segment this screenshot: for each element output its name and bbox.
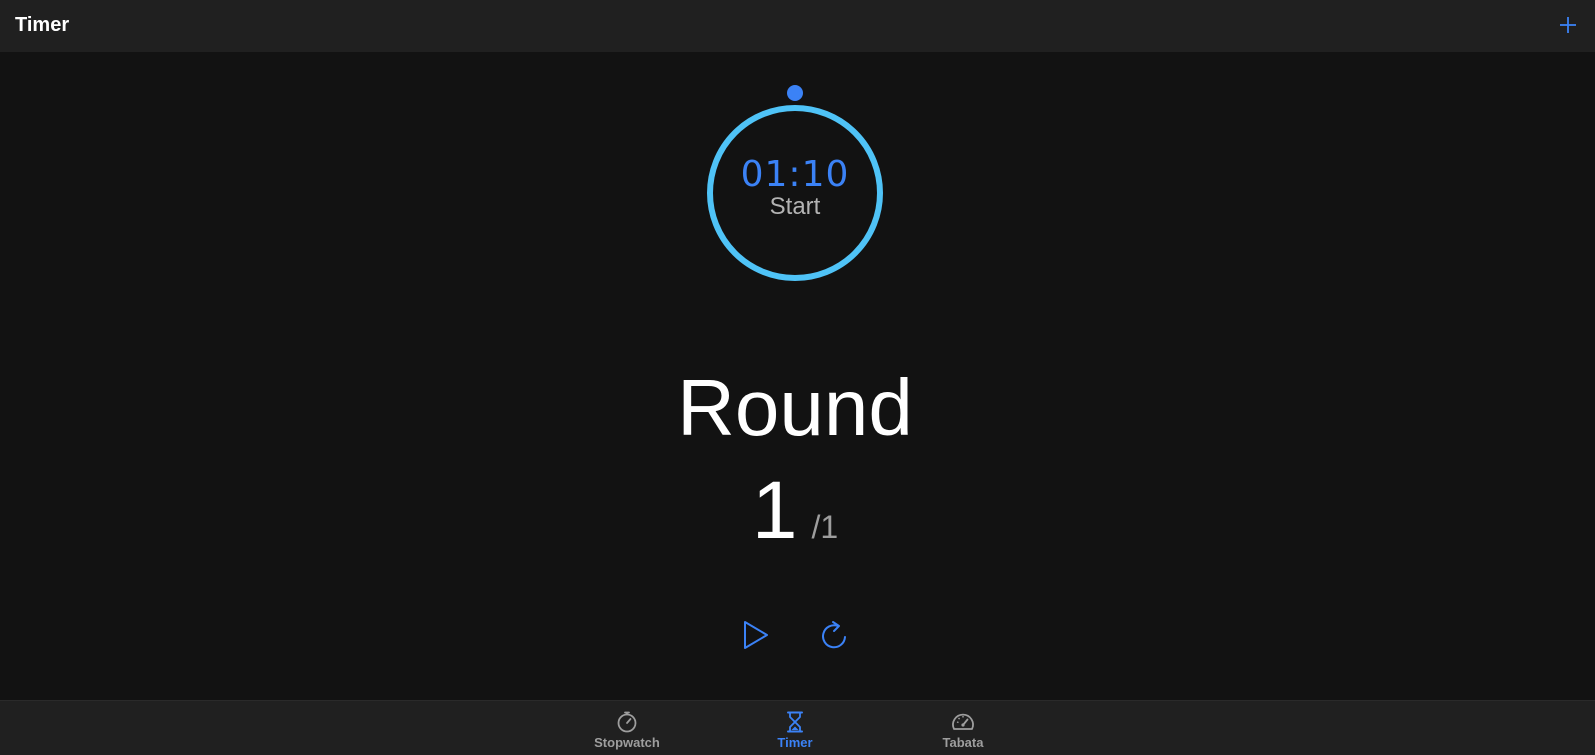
speedometer-icon bbox=[952, 713, 974, 730]
timer-app: Timer 01:10 Start Round 1/1 Stopwatch Ti… bbox=[0, 0, 1595, 755]
round-label: Round bbox=[677, 363, 913, 452]
reset-icon bbox=[822, 621, 846, 649]
round-current: 1 bbox=[751, 465, 798, 556]
nav-label-timer: Timer bbox=[777, 735, 813, 750]
ring-handle[interactable] bbox=[787, 85, 803, 101]
nav-item-timer[interactable]: Timer bbox=[735, 701, 855, 755]
nav-label-stopwatch: Stopwatch bbox=[594, 735, 660, 750]
page-title: Timer bbox=[15, 14, 70, 36]
reset-button[interactable] bbox=[818, 618, 852, 652]
play-icon bbox=[744, 621, 768, 649]
round-total: /1 bbox=[811, 509, 839, 545]
start-label[interactable]: Start bbox=[703, 192, 887, 222]
app-header: Timer bbox=[0, 0, 1595, 52]
plus-icon bbox=[1560, 17, 1576, 33]
nav-label-tabata: Tabata bbox=[942, 735, 984, 750]
hourglass-icon bbox=[787, 711, 803, 733]
stopwatch-icon bbox=[617, 711, 637, 733]
bottom-nav: Stopwatch Timer Tabata bbox=[0, 700, 1595, 755]
nav-item-stopwatch[interactable]: Stopwatch bbox=[567, 701, 687, 755]
play-button[interactable] bbox=[738, 618, 772, 652]
nav-item-tabata[interactable]: Tabata bbox=[903, 701, 1023, 755]
round-counter: 1/1 bbox=[595, 466, 995, 579]
add-timer-button[interactable] bbox=[1553, 10, 1583, 40]
timer-time: 01:10 bbox=[740, 154, 850, 195]
